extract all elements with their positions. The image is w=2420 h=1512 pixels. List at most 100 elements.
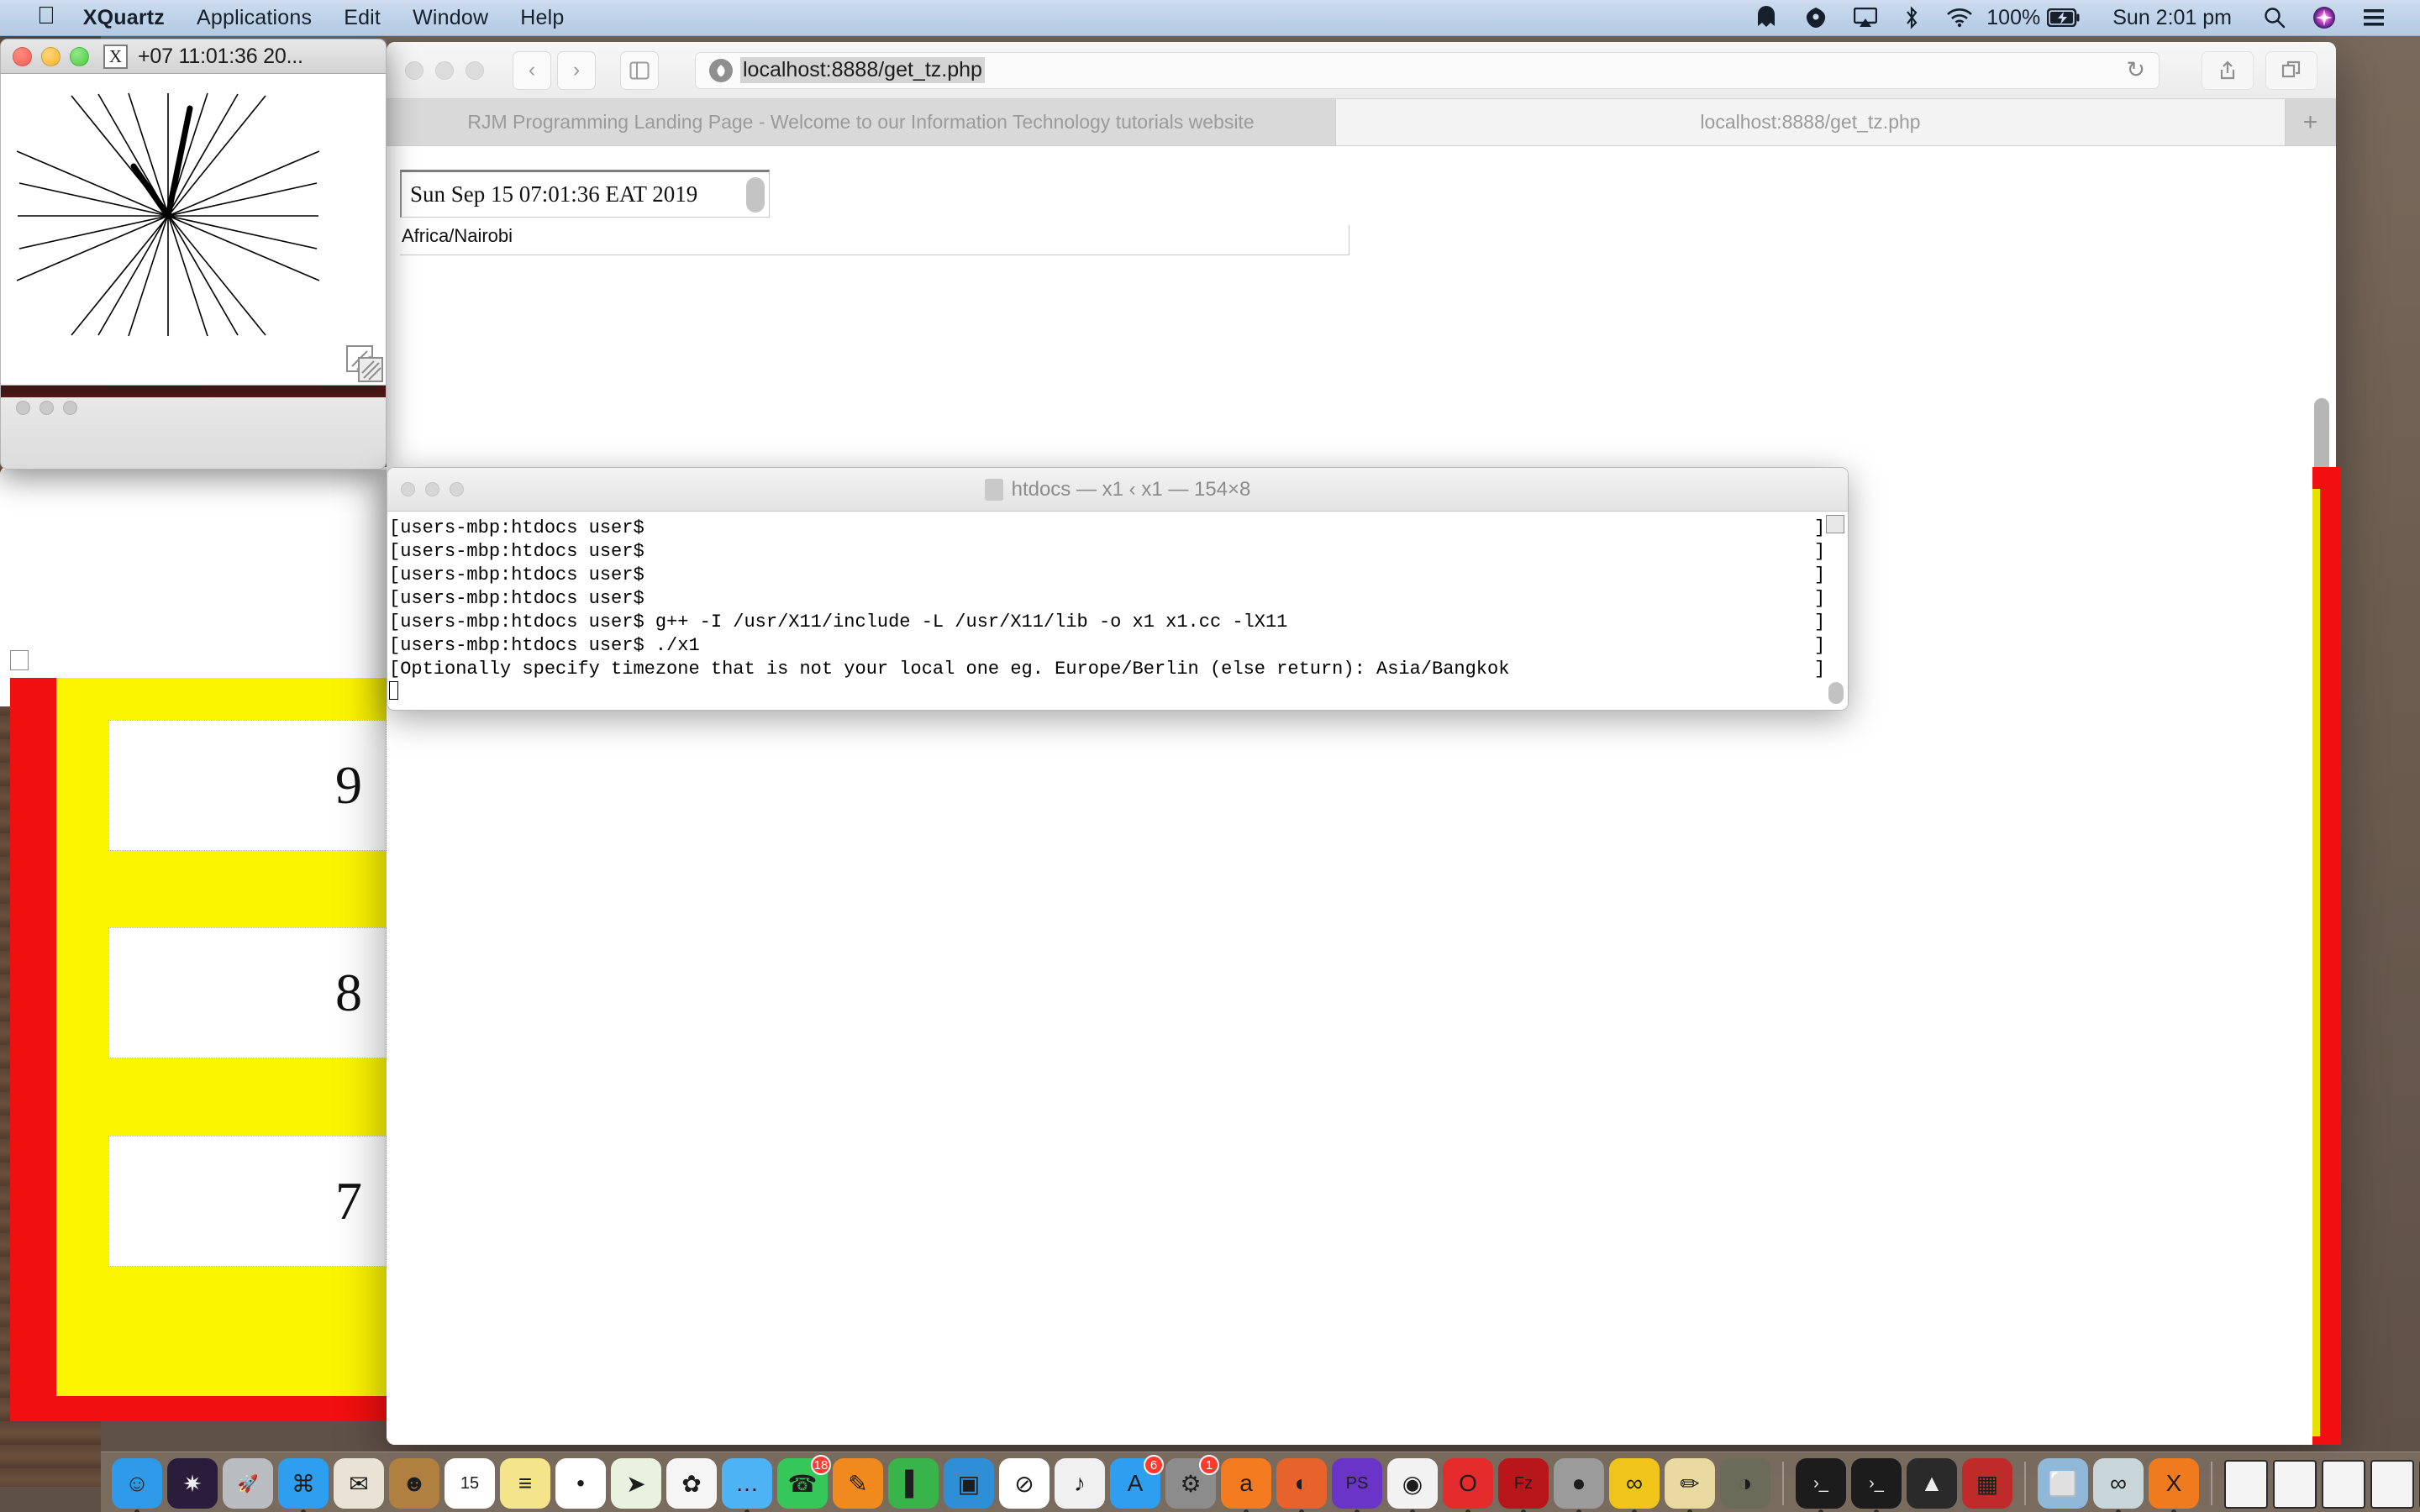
dock-separator [2211,1462,2212,1505]
reload-icon[interactable]: ↻ [2126,57,2145,83]
dock-item-xquartz[interactable]: X [2149,1458,2199,1512]
sidebar-icon[interactable] [620,50,659,90]
dock-item-calendar[interactable]: 15 [445,1458,495,1509]
bluetooth-icon[interactable] [1891,6,1933,29]
dock-item-chrome[interactable]: ◉ [1387,1458,1438,1512]
menu-item-xquartz[interactable]: XQuartz [67,6,181,30]
xquartz-resize-handle[interactable] [345,344,384,383]
numbers-icon: ▌ [905,1470,922,1496]
safari-zoom-button[interactable] [466,60,484,80]
wifi-icon[interactable] [1933,8,1986,28]
dock-item-inkscape[interactable]: ▲ [1907,1458,1957,1509]
dock-item-iterm[interactable]: ›_ [1851,1458,1902,1512]
xquartz-title-bar[interactable]: X +07 11:01:36 20... [0,39,387,74]
dock-item-messages[interactable]: … [722,1458,772,1512]
dock-item-siri[interactable]: ✷ [167,1458,218,1509]
airplay-icon[interactable] [1840,8,1891,28]
terminal-output[interactable]: [users-mbp:htdocs user$ [users-mbp:htdoc… [387,512,1848,710]
dock-item-terminal[interactable]: ›_ [1796,1458,1846,1512]
spotlight-search-icon[interactable] [2250,7,2299,29]
terminal-close-button[interactable] [401,482,415,496]
dock-item-arduino[interactable]: ∞ [2093,1458,2144,1512]
safari-close-button[interactable] [405,60,424,80]
zoom-button[interactable] [70,46,89,66]
dock-item-app-store[interactable]: A6 [1110,1455,1164,1509]
dock-item-itunes[interactable]: ♪ [1055,1458,1105,1509]
forward-button[interactable]: › [557,50,596,90]
strip-yellow [2312,489,2320,1436]
no-entry-app-icon: ⊘ [1014,1470,1034,1497]
show-all-tabs-icon[interactable] [2265,50,2317,90]
tab-rjm-landing-page[interactable]: RJM Programming Landing Page - Welcome t… [387,99,1336,145]
tab-get-tz-php[interactable]: localhost:8888/get_tz.php [1336,99,2286,145]
dock-item-photo-booth[interactable]: ▦ [1962,1458,2012,1509]
menu-item-edit[interactable]: Edit [328,6,397,30]
dock-item-launchpad[interactable]: 🚀 [223,1458,273,1509]
date-textarea-scrollbar[interactable] [746,177,765,213]
dock-item-avast[interactable]: a [1221,1458,1271,1512]
dock-minimized-window-2[interactable] [2273,1460,2317,1509]
menu-item-applications[interactable]: Applications [181,6,328,30]
terminal-title-bar[interactable]: htdocs — x1 ‹ x1 — 154×8 [387,468,1848,512]
dock-item-numbers[interactable]: ▌ [888,1458,939,1509]
mail-icon: ✉ [349,1470,369,1497]
timezone-field[interactable]: Africa/Nairobi [400,225,1349,255]
dock-item-safari[interactable]: ⌘ [278,1458,329,1512]
page-text-cursor [10,650,29,670]
date-textarea[interactable]: Sun Sep 15 07:01:36 EAT 2019 [400,170,770,218]
dock-minimized-window-4[interactable] [2370,1460,2414,1509]
notification-center-icon[interactable] [2349,8,2398,27]
share-icon[interactable] [2202,50,2254,90]
dock-item-mamp[interactable]: ● [1554,1458,1604,1512]
dock-item-firefox[interactable]: ◐ [1276,1458,1327,1512]
dock-item-no-entry-app[interactable]: ⊘ [999,1458,1050,1509]
dock-item-reminders[interactable]: • [555,1458,606,1509]
apple-logo-icon[interactable]:  [25,3,67,30]
menu-item-window[interactable]: Window [397,6,504,30]
close-button[interactable] [13,46,32,66]
dock-item-filezilla[interactable]: Fz [1498,1458,1549,1512]
dock-item-mamp-pro[interactable]: ∞ [1609,1458,1660,1512]
menu-bar-clock[interactable]: Sun 2:01 pm [2094,6,2250,30]
dock-item-mail[interactable]: ✉ [334,1458,384,1509]
terminal-scroll-button[interactable] [1826,515,1844,533]
battery-charging-icon[interactable] [2045,8,2094,27]
page-white-area [0,467,387,706]
menu-item-help[interactable]: Help [504,6,580,30]
safari-toolbar: ‹ › localhost:8888/get_tz.php ↻ [387,42,2336,99]
dock-minimized-window-1[interactable] [2224,1460,2268,1509]
safari-tab-bar: RJM Programming Landing Page - Welcome t… [387,99,2336,146]
dock-item-contacts[interactable]: ☻ [389,1458,439,1509]
dock-item-notes[interactable]: ≡ [500,1458,550,1509]
dock-item-facetime[interactable]: ☎ 18 [777,1455,831,1509]
siri-icon[interactable] [2299,6,2349,29]
dock-item-image-capture[interactable]: ⬜ [2038,1458,2088,1509]
new-tab-button[interactable]: + [2286,99,2336,145]
dock-item-keynote[interactable]: ▣ [944,1458,994,1509]
bartender-icon[interactable] [1791,7,1840,29]
address-bar[interactable]: localhost:8888/get_tz.php ↻ [695,51,2160,89]
dock-item-opera[interactable]: O [1443,1458,1493,1512]
malwarebytes-icon[interactable] [1741,6,1791,29]
x11-clock-starburst[interactable] [0,74,387,385]
safari-minimize-button[interactable] [435,60,454,80]
dock-item-pages[interactable]: ✎ [833,1458,883,1509]
minimize-button[interactable] [41,46,60,66]
bracket: ] [1814,659,1826,680]
dock-item-photos[interactable]: ✿ [666,1458,717,1509]
dock-item-gimp[interactable]: ◑ [1720,1458,1770,1509]
terminal-zoom-button[interactable] [450,482,464,496]
dock-item-phpstorm[interactable]: PS [1332,1458,1382,1512]
dock-minimized-window-3[interactable] [2322,1460,2365,1509]
dock-item-system-preferences[interactable]: ⚙ 1 [1165,1455,1219,1509]
terminal-scrollbar-thumb[interactable] [1828,682,1844,704]
terminal-minimize-button[interactable] [425,482,439,496]
maps-icon: ➤ [626,1470,646,1497]
back-button[interactable]: ‹ [513,50,551,90]
dock-item-maps[interactable]: ➤ [611,1458,661,1509]
dock-item-seashore[interactable]: ✏ [1665,1458,1715,1512]
dock-item-finder[interactable]: ☺ [112,1458,162,1512]
firefox-icon: ◐ [1294,1470,1309,1496]
url-text[interactable]: localhost:8888/get_tz.php [740,57,985,83]
chrome-icon: ◉ [1402,1470,1423,1497]
